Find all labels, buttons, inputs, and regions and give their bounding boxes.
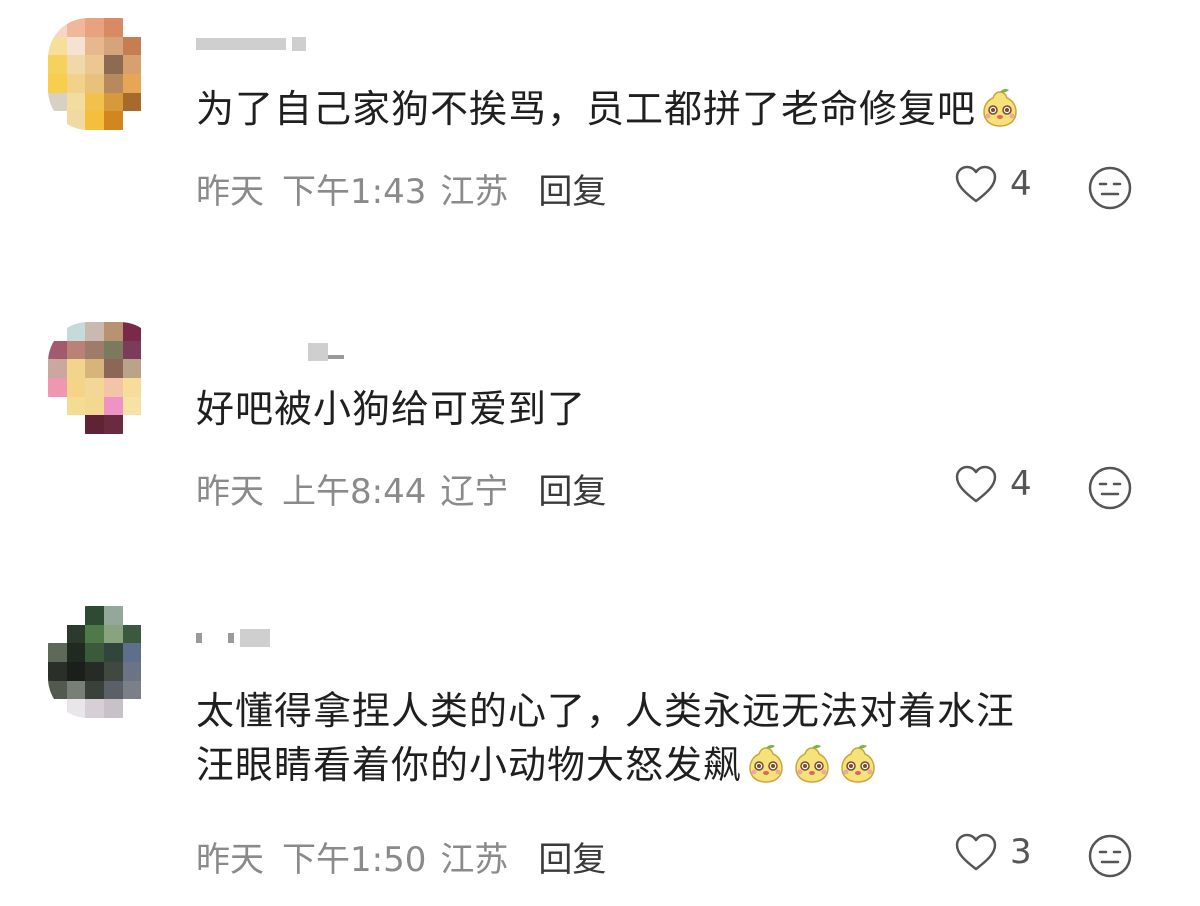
comment-item: 为了自己家狗不挨骂，员工都拼了老命修复吧 昨天 下午1:43 江苏 回复 4 bbox=[0, 0, 1200, 240]
comment-meta: 昨天 上午8:44 辽宁 回复 bbox=[196, 464, 606, 513]
like-count: 3 bbox=[1010, 832, 1032, 872]
like-button[interactable]: 3 bbox=[954, 832, 1032, 872]
comment-location: 江苏 bbox=[440, 840, 509, 880]
username-redacted[interactable] bbox=[196, 36, 306, 52]
comment-time: 下午1:43 bbox=[282, 172, 427, 212]
like-count: 4 bbox=[1010, 164, 1032, 204]
comment-date: 昨天 bbox=[196, 840, 264, 880]
reply-button[interactable]: 回复 bbox=[538, 832, 606, 881]
like-button[interactable]: 4 bbox=[954, 464, 1032, 504]
comment-text: 好吧被小狗给可爱到了 bbox=[196, 382, 1136, 436]
comment-item: 太懂得拿捏人类的心了，人类永远无法对着水汪 汪眼睛看着你的小动物大怒发飙 昨天 … bbox=[0, 590, 1200, 906]
heart-outline-icon bbox=[955, 465, 997, 503]
comment-text-line: 为了自己家狗不挨骂，员工都拼了老命修复吧 bbox=[196, 87, 977, 131]
username-redacted[interactable] bbox=[196, 343, 344, 361]
pear-emoji-icon bbox=[749, 744, 783, 783]
comment-time: 上午8:44 bbox=[282, 472, 427, 512]
comment-location: 辽宁 bbox=[440, 472, 509, 512]
comment-item: 好吧被小狗给可爱到了 昨天 上午8:44 辽宁 回复 4 bbox=[0, 300, 1200, 530]
comment-text-line: 太懂得拿捏人类的心了，人类永远无法对着水汪 bbox=[196, 689, 1016, 733]
pear-emoji-icon bbox=[983, 88, 1017, 127]
username-redacted[interactable] bbox=[196, 629, 270, 647]
comment-location: 江苏 bbox=[440, 172, 509, 212]
avatar[interactable] bbox=[48, 322, 160, 434]
comment-time: 下午1:50 bbox=[282, 840, 427, 880]
comment-text-line: 好吧被小狗给可爱到了 bbox=[196, 387, 587, 431]
like-button[interactable]: 4 bbox=[954, 164, 1032, 204]
comment-text: 为了自己家狗不挨骂，员工都拼了老命修复吧 bbox=[196, 82, 1136, 136]
pear-emoji-icon bbox=[841, 744, 875, 783]
reply-button[interactable]: 回复 bbox=[538, 464, 606, 513]
heart-outline-icon bbox=[955, 833, 997, 871]
heart-outline-icon bbox=[955, 165, 997, 203]
avatar[interactable] bbox=[48, 18, 160, 130]
comment-meta: 昨天 下午1:50 江苏 回复 bbox=[196, 832, 606, 881]
comment-date: 昨天 bbox=[196, 172, 264, 212]
neutral-face-icon[interactable] bbox=[1087, 165, 1133, 211]
comment-text-line: 汪眼睛看着你的小动物大怒发飙 bbox=[196, 743, 743, 787]
comment-date: 昨天 bbox=[196, 472, 264, 512]
reply-button[interactable]: 回复 bbox=[538, 164, 606, 213]
pear-emoji-icon bbox=[795, 744, 829, 783]
comment-meta: 昨天 下午1:43 江苏 回复 bbox=[196, 164, 606, 213]
comment-text: 太懂得拿捏人类的心了，人类永远无法对着水汪 汪眼睛看着你的小动物大怒发飙 bbox=[196, 684, 1136, 792]
neutral-face-icon[interactable] bbox=[1087, 465, 1133, 511]
avatar[interactable] bbox=[48, 606, 160, 718]
like-count: 4 bbox=[1010, 464, 1032, 504]
neutral-face-icon[interactable] bbox=[1087, 833, 1133, 879]
